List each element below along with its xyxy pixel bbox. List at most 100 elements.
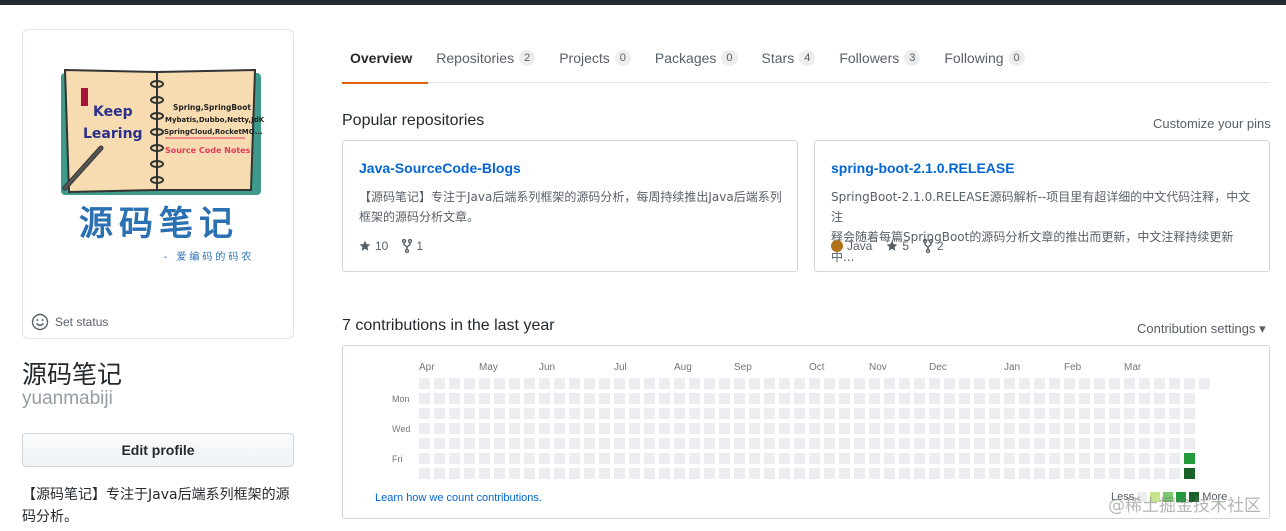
contribution-day[interactable]: [944, 423, 955, 434]
contribution-day[interactable]: [914, 393, 925, 404]
contribution-day[interactable]: [1079, 438, 1090, 449]
contribution-day[interactable]: [584, 408, 595, 419]
repo-stars-link[interactable]: 5: [886, 239, 909, 253]
contribution-day[interactable]: [1199, 378, 1210, 389]
contribution-day[interactable]: [794, 453, 805, 464]
contribution-day[interactable]: [1079, 378, 1090, 389]
contribution-day[interactable]: [689, 393, 700, 404]
contribution-day[interactable]: [989, 393, 1000, 404]
contribution-day[interactable]: [629, 438, 640, 449]
contribution-day[interactable]: [419, 423, 430, 434]
contribution-day[interactable]: [704, 468, 715, 479]
contribution-day[interactable]: [1034, 438, 1045, 449]
contribution-day[interactable]: [1064, 408, 1075, 419]
contribution-day[interactable]: [1124, 468, 1135, 479]
contribution-day[interactable]: [719, 393, 730, 404]
contribution-day[interactable]: [539, 408, 550, 419]
contribution-day[interactable]: [839, 378, 850, 389]
contribution-day[interactable]: [629, 453, 640, 464]
contribution-day[interactable]: [749, 453, 760, 464]
contribution-day[interactable]: [509, 378, 520, 389]
contribution-day[interactable]: [1184, 378, 1195, 389]
contribution-day[interactable]: [809, 438, 820, 449]
tab-overview[interactable]: Overview: [342, 33, 429, 84]
contribution-day[interactable]: [1079, 393, 1090, 404]
contribution-day[interactable]: [1169, 408, 1180, 419]
contribution-day[interactable]: [539, 468, 550, 479]
contribution-day[interactable]: [614, 378, 625, 389]
contribution-day[interactable]: [464, 378, 475, 389]
contribution-day[interactable]: [1109, 408, 1120, 419]
tab-packages[interactable]: Packages 0: [647, 33, 754, 83]
contribution-day[interactable]: [914, 408, 925, 419]
contribution-day[interactable]: [539, 393, 550, 404]
contribution-day[interactable]: [914, 378, 925, 389]
tab-followers[interactable]: Followers 3: [831, 33, 936, 83]
contribution-day[interactable]: [764, 408, 775, 419]
contribution-day[interactable]: [464, 468, 475, 479]
contribution-day[interactable]: [659, 453, 670, 464]
contribution-day[interactable]: [734, 408, 745, 419]
contribution-day[interactable]: [899, 408, 910, 419]
contribution-day[interactable]: [644, 393, 655, 404]
contribution-day[interactable]: [554, 393, 565, 404]
learn-contributions-link[interactable]: Learn how we count contributions.: [375, 492, 542, 504]
contribution-day[interactable]: [419, 438, 430, 449]
contribution-day[interactable]: [629, 393, 640, 404]
contribution-day[interactable]: [809, 408, 820, 419]
contribution-day[interactable]: [779, 468, 790, 479]
contribution-day[interactable]: [1139, 378, 1150, 389]
contribution-day[interactable]: [989, 378, 1000, 389]
contribution-day[interactable]: [1169, 423, 1180, 434]
repo-forks-link[interactable]: 2: [923, 239, 944, 253]
contribution-day[interactable]: [1064, 438, 1075, 449]
contribution-day[interactable]: [1094, 423, 1105, 434]
contribution-day[interactable]: [824, 393, 835, 404]
contribution-day[interactable]: [899, 378, 910, 389]
contribution-day[interactable]: [869, 438, 880, 449]
contribution-day[interactable]: [629, 408, 640, 419]
contribution-day[interactable]: [839, 393, 850, 404]
contribution-day[interactable]: [569, 423, 580, 434]
contribution-day[interactable]: [764, 378, 775, 389]
tab-projects[interactable]: Projects 0: [551, 33, 647, 83]
contribution-day[interactable]: [764, 468, 775, 479]
contribution-day[interactable]: [1154, 423, 1165, 434]
contribution-day[interactable]: [884, 393, 895, 404]
contribution-day[interactable]: [749, 393, 760, 404]
contribution-day[interactable]: [1049, 453, 1060, 464]
contribution-day[interactable]: [809, 453, 820, 464]
contribution-day[interactable]: [1109, 453, 1120, 464]
contribution-day[interactable]: [1034, 423, 1045, 434]
contribution-day[interactable]: [509, 438, 520, 449]
contribution-day[interactable]: [1169, 468, 1180, 479]
contribution-day[interactable]: [899, 438, 910, 449]
contribution-day[interactable]: [1064, 378, 1075, 389]
contribution-day[interactable]: [554, 453, 565, 464]
contribution-day[interactable]: [464, 453, 475, 464]
contribution-day[interactable]: [824, 453, 835, 464]
contribution-day[interactable]: [539, 438, 550, 449]
contribution-day[interactable]: [539, 423, 550, 434]
contribution-day[interactable]: [749, 468, 760, 479]
contribution-day[interactable]: [644, 378, 655, 389]
contribution-day[interactable]: [854, 378, 865, 389]
contribution-day[interactable]: [614, 423, 625, 434]
contribution-day[interactable]: [1064, 423, 1075, 434]
contribution-day[interactable]: [1109, 423, 1120, 434]
contribution-day[interactable]: [869, 423, 880, 434]
contribution-day[interactable]: [689, 438, 700, 449]
contribution-day[interactable]: [674, 468, 685, 479]
contribution-day[interactable]: [674, 453, 685, 464]
contribution-day[interactable]: [644, 468, 655, 479]
contribution-day[interactable]: [989, 408, 1000, 419]
contribution-day[interactable]: [479, 453, 490, 464]
contribution-day[interactable]: [1169, 393, 1180, 404]
contribution-day[interactable]: [794, 438, 805, 449]
contribution-day[interactable]: [1154, 378, 1165, 389]
contribution-day[interactable]: [944, 408, 955, 419]
contribution-day[interactable]: [569, 468, 580, 479]
contribution-day[interactable]: [584, 378, 595, 389]
contribution-day[interactable]: [824, 423, 835, 434]
contribution-day[interactable]: [494, 438, 505, 449]
